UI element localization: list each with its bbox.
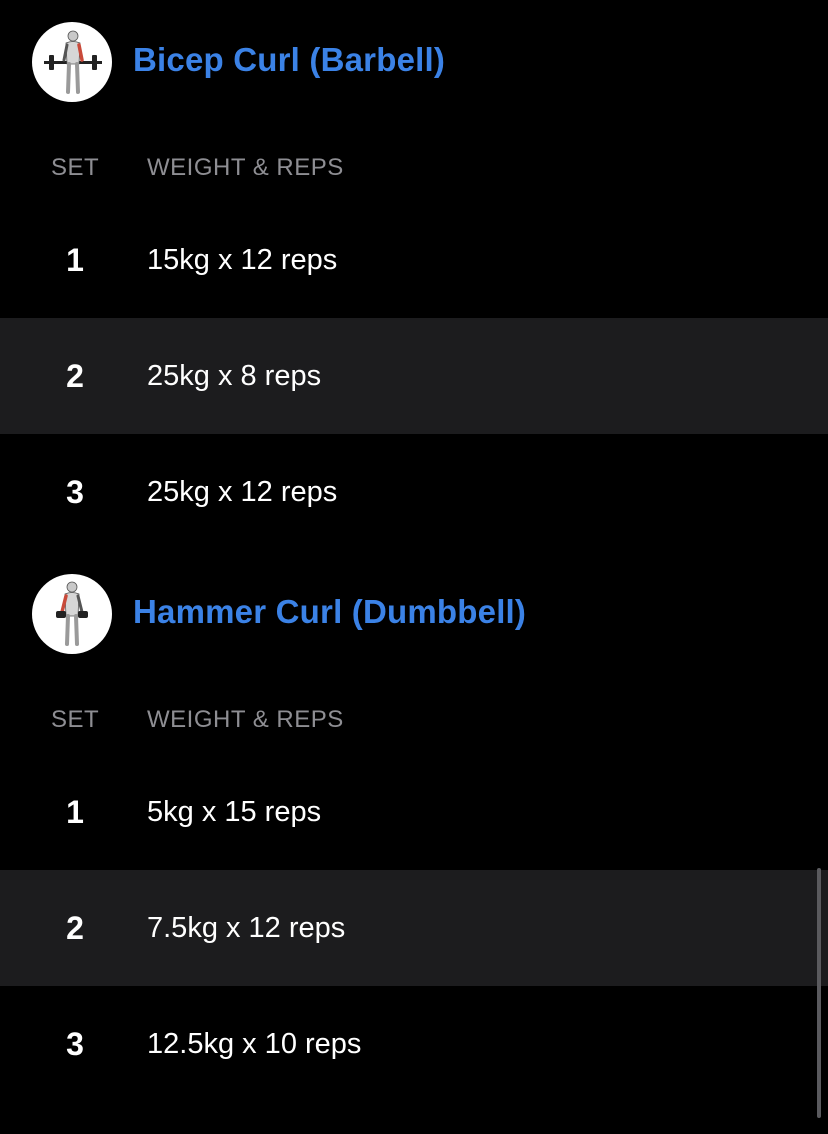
column-headers: SET WEIGHT & REPS bbox=[0, 128, 828, 202]
set-row[interactable]: 3 25kg x 12 reps bbox=[0, 434, 828, 550]
set-row[interactable]: 2 25kg x 8 reps bbox=[0, 318, 828, 434]
set-row[interactable]: 1 15kg x 12 reps bbox=[0, 202, 828, 318]
set-weight-reps: 12.5kg x 10 reps bbox=[147, 1028, 362, 1060]
exercise-title[interactable]: Bicep Curl (Barbell) bbox=[133, 41, 445, 79]
bicep-curl-barbell-icon[interactable] bbox=[32, 22, 112, 102]
set-number: 3 bbox=[66, 474, 84, 510]
weight-reps-column-header: WEIGHT & REPS bbox=[147, 154, 344, 181]
set-weight-reps: 7.5kg x 12 reps bbox=[147, 912, 346, 944]
set-number: 2 bbox=[66, 358, 84, 394]
set-weight-reps: 25kg x 12 reps bbox=[147, 476, 338, 508]
set-weight-reps: 15kg x 12 reps bbox=[147, 244, 338, 276]
set-column-header: SET bbox=[51, 154, 100, 181]
set-row[interactable]: 1 5kg x 15 reps bbox=[0, 754, 828, 870]
set-weight-reps: 5kg x 15 reps bbox=[147, 796, 322, 828]
hammer-curl-dumbbell-icon[interactable] bbox=[32, 574, 112, 654]
exercise-header[interactable]: Bicep Curl (Barbell) bbox=[0, 0, 828, 128]
set-number: 3 bbox=[66, 1026, 84, 1062]
set-number: 2 bbox=[66, 910, 84, 946]
exercise-card: Hammer Curl (Dumbbell) SET WEIGHT & REPS… bbox=[0, 550, 828, 1102]
exercise-card: Bicep Curl (Barbell) SET WEIGHT & REPS 1… bbox=[0, 0, 828, 550]
set-weight-reps: 25kg x 8 reps bbox=[147, 360, 322, 392]
scrollbar[interactable] bbox=[817, 868, 821, 1118]
set-number: 1 bbox=[66, 794, 84, 830]
exercise-header[interactable]: Hammer Curl (Dumbbell) bbox=[0, 550, 828, 680]
set-column-header: SET bbox=[51, 706, 100, 733]
exercise-title[interactable]: Hammer Curl (Dumbbell) bbox=[133, 593, 526, 631]
set-number: 1 bbox=[66, 242, 84, 278]
column-headers: SET WEIGHT & REPS bbox=[0, 680, 828, 754]
weight-reps-column-header: WEIGHT & REPS bbox=[147, 706, 344, 733]
set-row[interactable]: 2 7.5kg x 12 reps bbox=[0, 870, 828, 986]
set-row[interactable]: 3 12.5kg x 10 reps bbox=[0, 986, 828, 1102]
